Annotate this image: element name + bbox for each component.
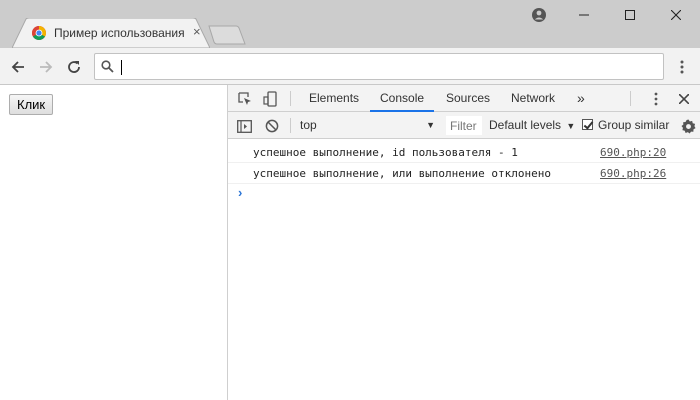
log-source-link[interactable]: 690.php:20 xyxy=(600,146,666,159)
group-similar-label: Group similar xyxy=(598,118,670,132)
log-source-link[interactable]: 690.php:26 xyxy=(600,167,666,180)
group-similar-toggle[interactable]: Group similar xyxy=(582,118,669,132)
address-input[interactable] xyxy=(119,57,659,76)
gear-icon[interactable] xyxy=(679,117,697,135)
search-icon xyxy=(101,60,114,76)
context-select[interactable]: top ▼ xyxy=(300,118,435,134)
text-caret xyxy=(121,60,122,75)
inspect-element-icon[interactable] xyxy=(236,90,254,108)
log-message: успешное выполнение, или выполнение откл… xyxy=(253,167,552,180)
log-levels-dropdown[interactable]: Default levels ▼ xyxy=(489,118,575,132)
browser-toolbar xyxy=(0,48,700,85)
tab-close-icon[interactable]: × xyxy=(193,25,201,39)
devtools-tab-bar: Elements Console Sources Network » xyxy=(228,85,700,112)
title-bar: Пример использования × xyxy=(0,0,700,48)
toolbar-divider xyxy=(290,91,291,106)
page-viewport: Клик xyxy=(0,85,228,400)
click-button[interactable]: Клик xyxy=(9,94,54,115)
close-icon[interactable] xyxy=(653,0,699,30)
log-message: успешное выполнение, id пользователя - 1 xyxy=(253,146,518,159)
tab-sources[interactable]: Sources xyxy=(446,85,490,112)
kebab-menu-icon[interactable] xyxy=(674,56,690,78)
maximize-icon[interactable] xyxy=(607,0,653,30)
context-value: top xyxy=(300,118,317,132)
kebab-menu-icon[interactable] xyxy=(647,90,665,108)
close-devtools-icon[interactable] xyxy=(675,90,693,108)
console-toolbar: top ▼ Filter Default levels ▼ Group simi… xyxy=(228,112,700,139)
console-output: успешное выполнение, id пользователя - 1… xyxy=(228,140,700,400)
minimize-icon[interactable] xyxy=(561,0,607,30)
reload-icon[interactable] xyxy=(63,56,85,78)
devtools-panel: Elements Console Sources Network » top ▼… xyxy=(227,85,700,400)
address-bar[interactable] xyxy=(94,53,664,80)
more-tabs-button[interactable]: » xyxy=(577,85,585,112)
user-account-icon[interactable] xyxy=(516,0,562,30)
tab-network[interactable]: Network xyxy=(511,85,555,112)
log-levels-label: Default levels xyxy=(489,118,562,132)
console-log-entry: успешное выполнение, или выполнение откл… xyxy=(228,163,700,184)
device-toolbar-icon[interactable] xyxy=(262,90,280,108)
browser-tab[interactable]: Пример использования × xyxy=(12,18,210,48)
chrome-icon xyxy=(32,26,46,40)
tab-elements[interactable]: Elements xyxy=(309,85,359,112)
console-prompt-icon[interactable]: › xyxy=(238,185,242,200)
dropdown-arrow-icon: ▼ xyxy=(566,121,576,131)
filter-input[interactable]: Filter xyxy=(446,116,482,135)
back-arrow-icon[interactable] xyxy=(7,56,29,78)
toolbar-divider xyxy=(290,118,291,133)
console-log-entry: успешное выполнение, id пользователя - 1… xyxy=(228,142,700,163)
show-sidebar-icon[interactable] xyxy=(235,117,253,135)
clear-console-icon[interactable] xyxy=(263,117,281,135)
group-similar-checkbox[interactable] xyxy=(582,119,593,130)
new-tab-button[interactable] xyxy=(208,25,246,45)
dropdown-arrow-icon: ▼ xyxy=(426,120,435,130)
forward-arrow-icon[interactable] xyxy=(35,56,57,78)
tab-title: Пример использования xyxy=(54,26,185,40)
tab-console[interactable]: Console xyxy=(370,85,435,112)
toolbar-divider xyxy=(630,91,631,106)
